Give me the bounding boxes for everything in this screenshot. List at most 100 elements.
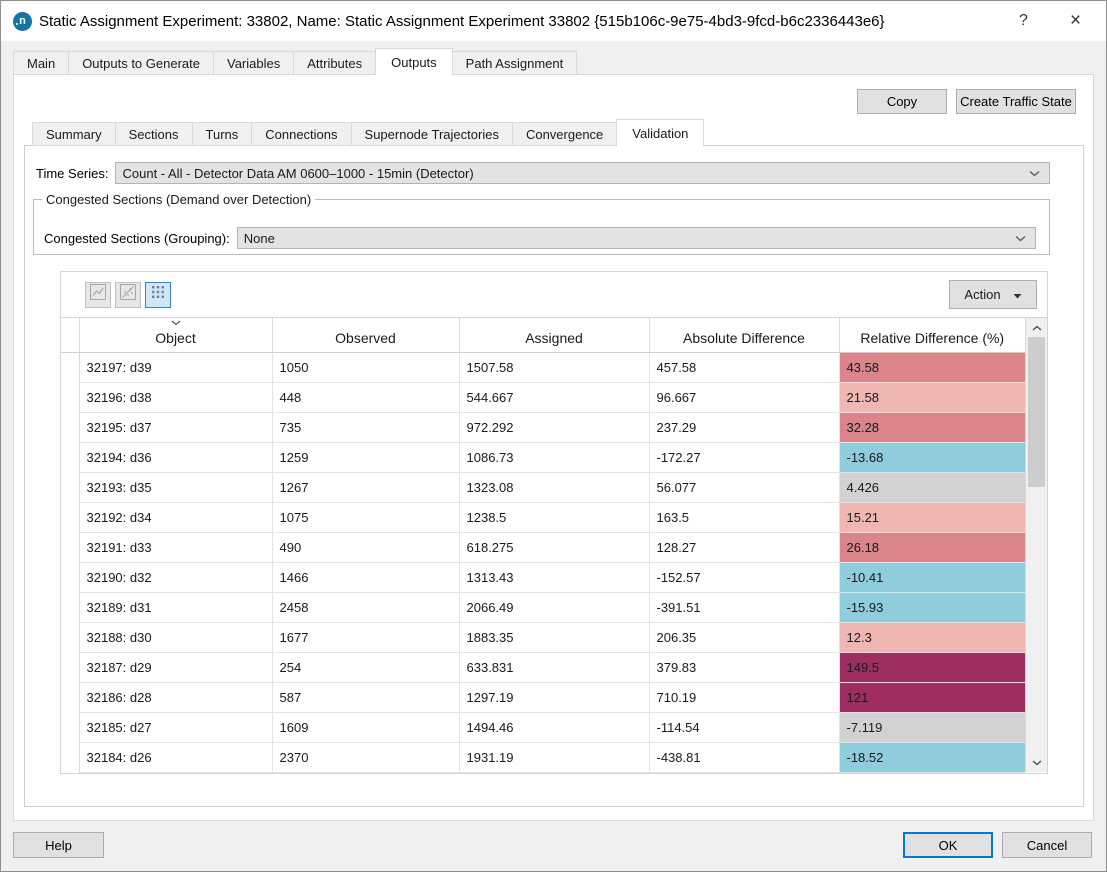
cell-object[interactable]: 32184: d26 bbox=[79, 742, 273, 773]
cell-object[interactable]: 32188: d30 bbox=[79, 622, 273, 653]
cell-assigned[interactable]: 1883.35 bbox=[459, 622, 650, 653]
table-row[interactable]: 32197: d39 1050 1507.58 457.58 43.58 bbox=[61, 352, 1025, 383]
cell-relative-difference[interactable]: 43.58 bbox=[839, 352, 1025, 383]
cell-observed[interactable]: 1677 bbox=[272, 622, 460, 653]
cancel-button[interactable]: Cancel bbox=[1002, 832, 1092, 858]
column-header-object[interactable]: Object bbox=[79, 318, 273, 353]
cell-object[interactable]: 32193: d35 bbox=[79, 472, 273, 503]
tab-convergence[interactable]: Convergence bbox=[511, 122, 618, 146]
cell-relative-difference[interactable]: -7.119 bbox=[839, 712, 1025, 743]
table-row[interactable]: 32193: d35 1267 1323.08 56.077 4.426 bbox=[61, 472, 1025, 503]
tab-outputs[interactable]: Outputs bbox=[375, 48, 453, 75]
table-row[interactable]: 32187: d29 254 633.831 379.83 149.5 bbox=[61, 652, 1025, 683]
create-traffic-state-button[interactable]: Create Traffic State bbox=[956, 89, 1076, 114]
cell-absolute-difference[interactable]: 237.29 bbox=[649, 412, 840, 443]
cell-relative-difference[interactable]: -15.93 bbox=[839, 592, 1025, 623]
table-row[interactable]: 32185: d27 1609 1494.46 -114.54 -7.119 bbox=[61, 712, 1025, 743]
column-header-absolute-difference[interactable]: Absolute Difference bbox=[649, 318, 840, 353]
table-row[interactable]: 32192: d34 1075 1238.5 163.5 15.21 bbox=[61, 502, 1025, 533]
cell-observed[interactable]: 2458 bbox=[272, 592, 460, 623]
column-header-assigned[interactable]: Assigned bbox=[459, 318, 650, 353]
cell-observed[interactable]: 2370 bbox=[272, 742, 460, 773]
cell-absolute-difference[interactable]: 163.5 bbox=[649, 502, 840, 533]
scatter-plot-view-button[interactable] bbox=[115, 281, 141, 308]
cell-object[interactable]: 32192: d34 bbox=[79, 502, 273, 533]
table-row[interactable]: 32191: d33 490 618.275 128.27 26.18 bbox=[61, 532, 1025, 563]
vertical-scrollbar[interactable] bbox=[1025, 318, 1047, 772]
cell-relative-difference[interactable]: -10.41 bbox=[839, 562, 1025, 593]
cell-observed[interactable]: 1050 bbox=[272, 352, 460, 383]
cell-relative-difference[interactable]: 12.3 bbox=[839, 622, 1025, 653]
line-chart-view-button[interactable] bbox=[85, 281, 111, 308]
scroll-up-button[interactable] bbox=[1026, 318, 1047, 337]
cell-assigned[interactable]: 1507.58 bbox=[459, 352, 650, 383]
cell-object[interactable]: 32190: d32 bbox=[79, 562, 273, 593]
cell-object[interactable]: 32187: d29 bbox=[79, 652, 273, 683]
cell-absolute-difference[interactable]: 56.077 bbox=[649, 472, 840, 503]
grouping-dropdown[interactable]: None bbox=[236, 227, 1036, 249]
cell-object[interactable]: 32186: d28 bbox=[79, 682, 273, 713]
cell-object[interactable]: 32195: d37 bbox=[79, 412, 273, 443]
tab-outputs-to-generate[interactable]: Outputs to Generate bbox=[68, 51, 214, 75]
help-button[interactable]: Help bbox=[13, 832, 104, 858]
table-row[interactable]: 32196: d38 448 544.667 96.667 21.58 bbox=[61, 382, 1025, 413]
cell-observed[interactable]: 490 bbox=[272, 532, 460, 563]
table-row[interactable]: 32189: d31 2458 2066.49 -391.51 -15.93 bbox=[61, 592, 1025, 623]
cell-observed[interactable]: 735 bbox=[272, 412, 460, 443]
cell-observed[interactable]: 1609 bbox=[272, 712, 460, 743]
cell-assigned[interactable]: 972.292 bbox=[459, 412, 650, 443]
cell-assigned[interactable]: 1238.5 bbox=[459, 502, 650, 533]
tab-connections[interactable]: Connections bbox=[251, 122, 352, 146]
cell-observed[interactable]: 1466 bbox=[272, 562, 460, 593]
table-row[interactable]: 32188: d30 1677 1883.35 206.35 12.3 bbox=[61, 622, 1025, 653]
cell-relative-difference[interactable]: 15.21 bbox=[839, 502, 1025, 533]
cell-assigned[interactable]: 1086.73 bbox=[459, 442, 650, 473]
close-button[interactable]: × bbox=[1053, 1, 1098, 41]
tab-validation[interactable]: Validation bbox=[616, 119, 705, 146]
tab-variables[interactable]: Variables bbox=[212, 51, 295, 75]
cell-relative-difference[interactable]: 21.58 bbox=[839, 382, 1025, 413]
cell-relative-difference[interactable]: 4.426 bbox=[839, 472, 1025, 503]
cell-observed[interactable]: 254 bbox=[272, 652, 460, 683]
tab-turns[interactable]: Turns bbox=[191, 122, 253, 146]
cell-absolute-difference[interactable]: 96.667 bbox=[649, 382, 840, 413]
cell-assigned[interactable]: 618.275 bbox=[459, 532, 650, 563]
cell-observed[interactable]: 587 bbox=[272, 682, 460, 713]
cell-absolute-difference[interactable]: -114.54 bbox=[649, 712, 840, 743]
cell-relative-difference[interactable]: 121 bbox=[839, 682, 1025, 713]
cell-relative-difference[interactable]: 32.28 bbox=[839, 412, 1025, 443]
cell-observed[interactable]: 1267 bbox=[272, 472, 460, 503]
table-row[interactable]: 32186: d28 587 1297.19 710.19 121 bbox=[61, 682, 1025, 713]
help-titlebar-button[interactable]: ? bbox=[1001, 1, 1046, 41]
cell-observed[interactable]: 1259 bbox=[272, 442, 460, 473]
column-header-observed[interactable]: Observed bbox=[272, 318, 460, 353]
tab-supernode-trajectories[interactable]: Supernode Trajectories bbox=[350, 122, 513, 146]
cell-observed[interactable]: 448 bbox=[272, 382, 460, 413]
table-row[interactable]: 32190: d32 1466 1313.43 -152.57 -10.41 bbox=[61, 562, 1025, 593]
cell-relative-difference[interactable]: 26.18 bbox=[839, 532, 1025, 563]
tab-main[interactable]: Main bbox=[13, 51, 70, 75]
cell-absolute-difference[interactable]: -438.81 bbox=[649, 742, 840, 773]
cell-absolute-difference[interactable]: -172.27 bbox=[649, 442, 840, 473]
cell-absolute-difference[interactable]: 457.58 bbox=[649, 352, 840, 383]
table-row[interactable]: 32184: d26 2370 1931.19 -438.81 -18.52 bbox=[61, 742, 1025, 773]
copy-button[interactable]: Copy bbox=[857, 89, 947, 114]
cell-absolute-difference[interactable]: 379.83 bbox=[649, 652, 840, 683]
cell-assigned[interactable]: 633.831 bbox=[459, 652, 650, 683]
ok-button[interactable]: OK bbox=[903, 832, 993, 858]
tab-attributes[interactable]: Attributes bbox=[293, 51, 377, 75]
scrollbar-thumb[interactable] bbox=[1028, 337, 1045, 487]
cell-absolute-difference[interactable]: -152.57 bbox=[649, 562, 840, 593]
cell-absolute-difference[interactable]: -391.51 bbox=[649, 592, 840, 623]
cell-assigned[interactable]: 1323.08 bbox=[459, 472, 650, 503]
tab-path-assignment[interactable]: Path Assignment bbox=[451, 51, 578, 75]
cell-object[interactable]: 32197: d39 bbox=[79, 352, 273, 383]
cell-assigned[interactable]: 2066.49 bbox=[459, 592, 650, 623]
cell-relative-difference[interactable]: -13.68 bbox=[839, 442, 1025, 473]
cell-absolute-difference[interactable]: 206.35 bbox=[649, 622, 840, 653]
column-header-relative-difference[interactable]: Relative Difference (%) bbox=[839, 318, 1025, 353]
cell-object[interactable]: 32196: d38 bbox=[79, 382, 273, 413]
action-menu-button[interactable]: Action bbox=[949, 280, 1037, 309]
cell-observed[interactable]: 1075 bbox=[272, 502, 460, 533]
cell-assigned[interactable]: 1931.19 bbox=[459, 742, 650, 773]
